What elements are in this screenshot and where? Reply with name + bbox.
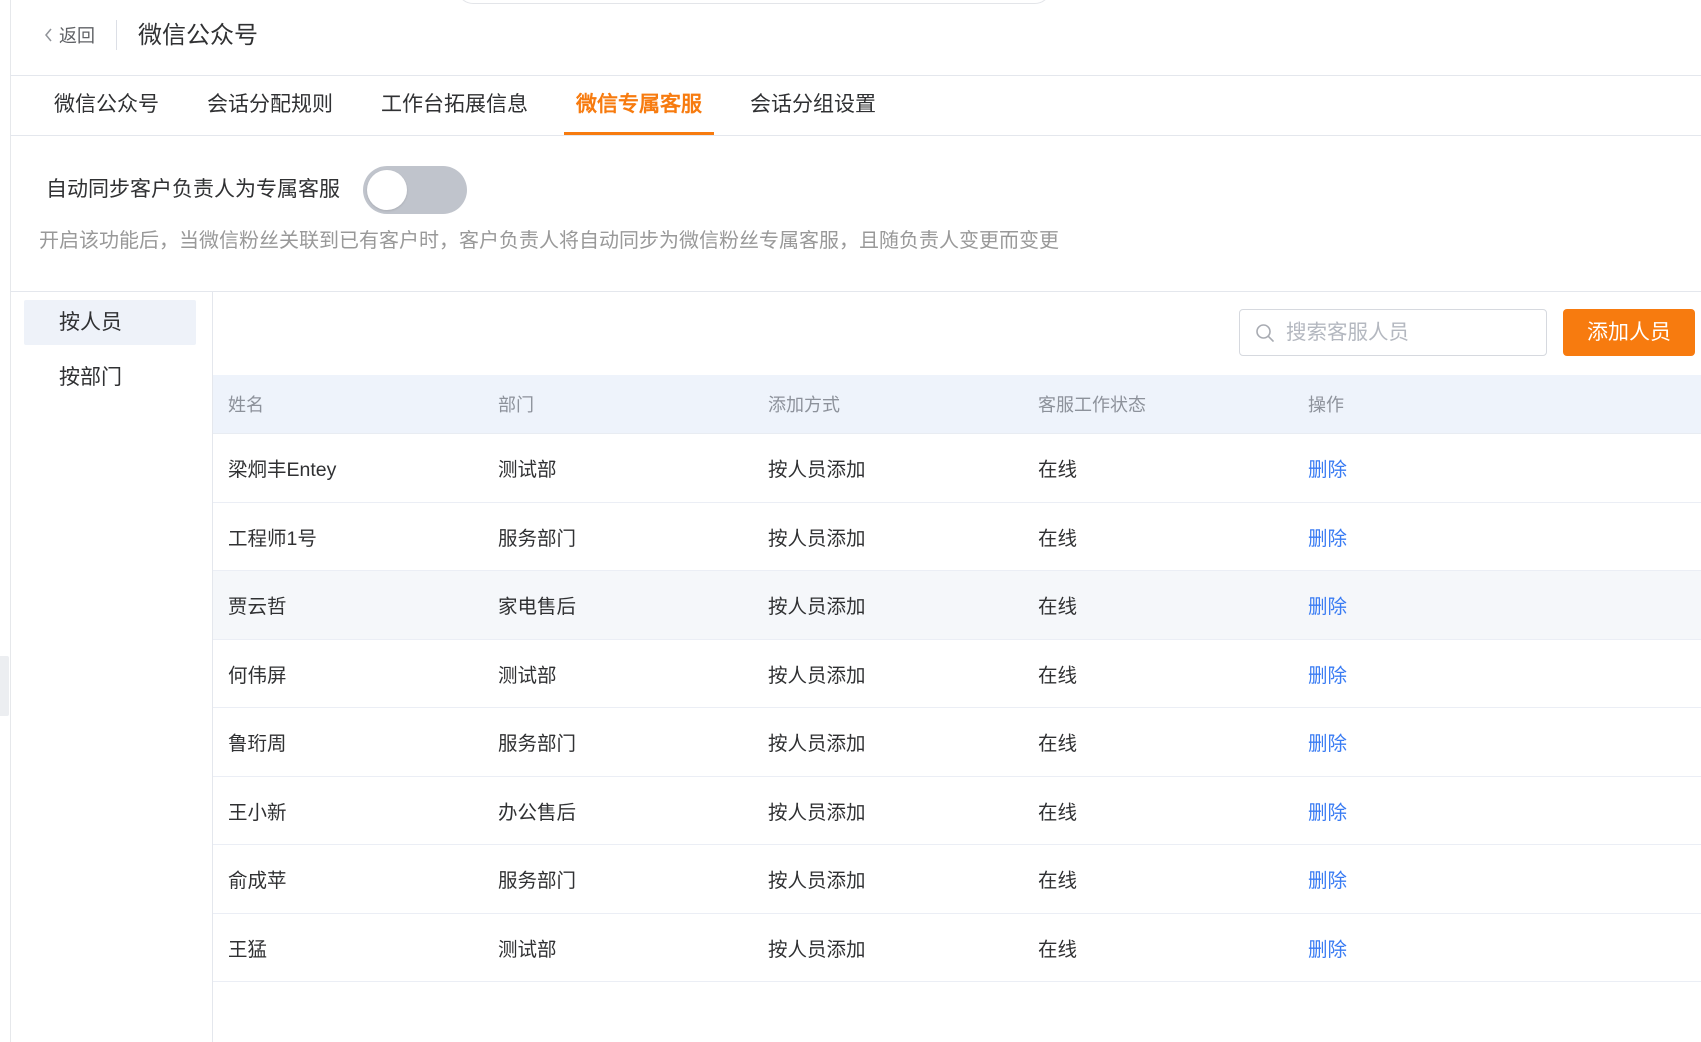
auto-sync-label: 自动同步客户负责人为专属客服	[46, 178, 340, 201]
cell-actions: 删除	[1293, 796, 1701, 825]
tab-wechat-dedicated-service[interactable]: 微信专属客服	[564, 76, 714, 135]
cell-name: 王小新	[228, 801, 287, 824]
table-row: 俞成苹 服务部门 按人员添加 在线 删除	[213, 845, 1701, 914]
table-row: 王小新 办公售后 按人员添加 在线 删除	[213, 776, 1701, 845]
table-row: 贾云哲 家电售后 按人员添加 在线 删除	[213, 571, 1701, 640]
table-row: 工程师1号 服务部门 按人员添加 在线 删除	[213, 502, 1701, 571]
sidebar-item-label: 按部门	[59, 366, 122, 389]
sidebar-item-by-staff[interactable]: 按人员	[24, 300, 196, 345]
tab-wechat-official-account[interactable]: 微信公众号	[42, 76, 171, 135]
back-label: 返回	[59, 26, 95, 46]
table-row: 梁炯丰Entey 测试部 按人员添加 在线 删除	[213, 434, 1701, 503]
cell-add-method: 按人员添加	[768, 938, 866, 961]
tab-session-group-settings[interactable]: 会话分组设置	[738, 76, 888, 135]
cell-department: 办公售后	[498, 801, 577, 824]
column-header-department: 部门	[498, 395, 534, 415]
section-divider-line	[10, 291, 1701, 292]
sidebar-item-by-department[interactable]: 按部门	[24, 355, 196, 400]
cell-department: 家电售后	[498, 596, 577, 619]
tab-bar: 微信公众号 会话分配规则 工作台拓展信息 微信专属客服 会话分组设置	[42, 76, 888, 136]
cell-name: 贾云哲	[228, 596, 287, 619]
cell-status: 在线	[1038, 870, 1078, 893]
column-header-add-method: 添加方式	[768, 395, 840, 415]
cell-status: 在线	[1038, 527, 1078, 550]
add-staff-button[interactable]: 添加人员	[1563, 309, 1695, 356]
cell-status: 在线	[1038, 733, 1078, 756]
delete-link[interactable]: 删除	[1308, 528, 1347, 550]
table-row: 鲁珩周 服务部门 按人员添加 在线 删除	[213, 708, 1701, 777]
delete-link[interactable]: 删除	[1308, 870, 1347, 892]
cell-name: 鲁珩周	[228, 733, 287, 756]
table-row: 王猛 测试部 按人员添加 在线 删除	[213, 913, 1701, 982]
table-row: 何伟屏 测试部 按人员添加 在线 删除	[213, 639, 1701, 708]
search-box[interactable]	[1239, 309, 1547, 356]
sidebar-item-label: 按人员	[59, 311, 122, 334]
cell-name: 王猛	[228, 938, 268, 961]
delete-link[interactable]: 删除	[1308, 596, 1347, 618]
cell-name: 工程师1号	[228, 527, 317, 550]
cell-actions: 删除	[1293, 727, 1701, 756]
cell-department: 服务部门	[498, 733, 577, 756]
staff-table: 姓名 部门 添加方式 客服工作状态 操作 梁炯丰Entey 测试部 按人员添加 …	[213, 375, 1701, 982]
delete-link[interactable]: 删除	[1308, 939, 1347, 961]
cell-name: 何伟屏	[228, 664, 287, 687]
cell-department: 测试部	[498, 938, 557, 961]
cell-actions: 删除	[1293, 453, 1701, 482]
auto-sync-description: 开启该功能后，当微信粉丝关联到已有客户时，客户负责人将自动同步为微信粉丝专属客服…	[39, 230, 1059, 252]
cell-add-method: 按人员添加	[768, 733, 866, 756]
cell-name: 梁炯丰Entey	[228, 459, 337, 482]
search-input[interactable]	[1286, 310, 1538, 355]
tab-workbench-extension-info[interactable]: 工作台拓展信息	[369, 76, 540, 135]
delete-link[interactable]: 删除	[1308, 802, 1347, 824]
column-header-name: 姓名	[228, 395, 264, 415]
cell-add-method: 按人员添加	[768, 870, 866, 893]
delete-link[interactable]: 删除	[1308, 665, 1347, 687]
cell-actions: 删除	[1293, 522, 1701, 551]
filter-sidebar: 按人员 按部门	[11, 292, 213, 1042]
cell-add-method: 按人员添加	[768, 459, 866, 482]
cell-status: 在线	[1038, 459, 1078, 482]
cell-add-method: 按人员添加	[768, 801, 866, 824]
table-header-row: 姓名 部门 添加方式 客服工作状态 操作	[213, 375, 1701, 434]
cell-department: 测试部	[498, 664, 557, 687]
cell-department: 测试部	[498, 459, 557, 482]
cell-actions: 删除	[1293, 659, 1701, 688]
cell-add-method: 按人员添加	[768, 664, 866, 687]
cell-status: 在线	[1038, 938, 1078, 961]
search-icon	[1255, 323, 1275, 343]
cell-status: 在线	[1038, 596, 1078, 619]
cell-add-method: 按人员添加	[768, 596, 866, 619]
cell-department: 服务部门	[498, 527, 577, 550]
cell-actions: 删除	[1293, 933, 1701, 962]
cell-status: 在线	[1038, 664, 1078, 687]
cell-department: 服务部门	[498, 870, 577, 893]
delete-link[interactable]: 删除	[1308, 733, 1347, 755]
header-divider	[116, 20, 117, 50]
collapse-handle[interactable]	[0, 656, 9, 716]
cell-actions: 删除	[1293, 864, 1701, 893]
cell-status: 在线	[1038, 801, 1078, 824]
toggle-knob	[367, 170, 407, 210]
column-header-actions: 操作	[1308, 395, 1344, 415]
tab-session-assignment-rules[interactable]: 会话分配规则	[195, 76, 345, 135]
page-title: 微信公众号	[138, 22, 258, 49]
delete-link[interactable]: 删除	[1308, 459, 1347, 481]
cell-actions: 删除	[1293, 590, 1701, 619]
cell-add-method: 按人员添加	[768, 527, 866, 550]
auto-sync-toggle[interactable]	[363, 166, 467, 214]
back-button[interactable]: 返回	[44, 21, 95, 49]
top-bar-fragment	[456, 0, 1052, 4]
chevron-left-icon	[44, 28, 53, 42]
column-header-status: 客服工作状态	[1038, 395, 1146, 415]
cell-name: 俞成苹	[228, 870, 287, 893]
tab-bar-bottom-line	[10, 135, 1701, 136]
